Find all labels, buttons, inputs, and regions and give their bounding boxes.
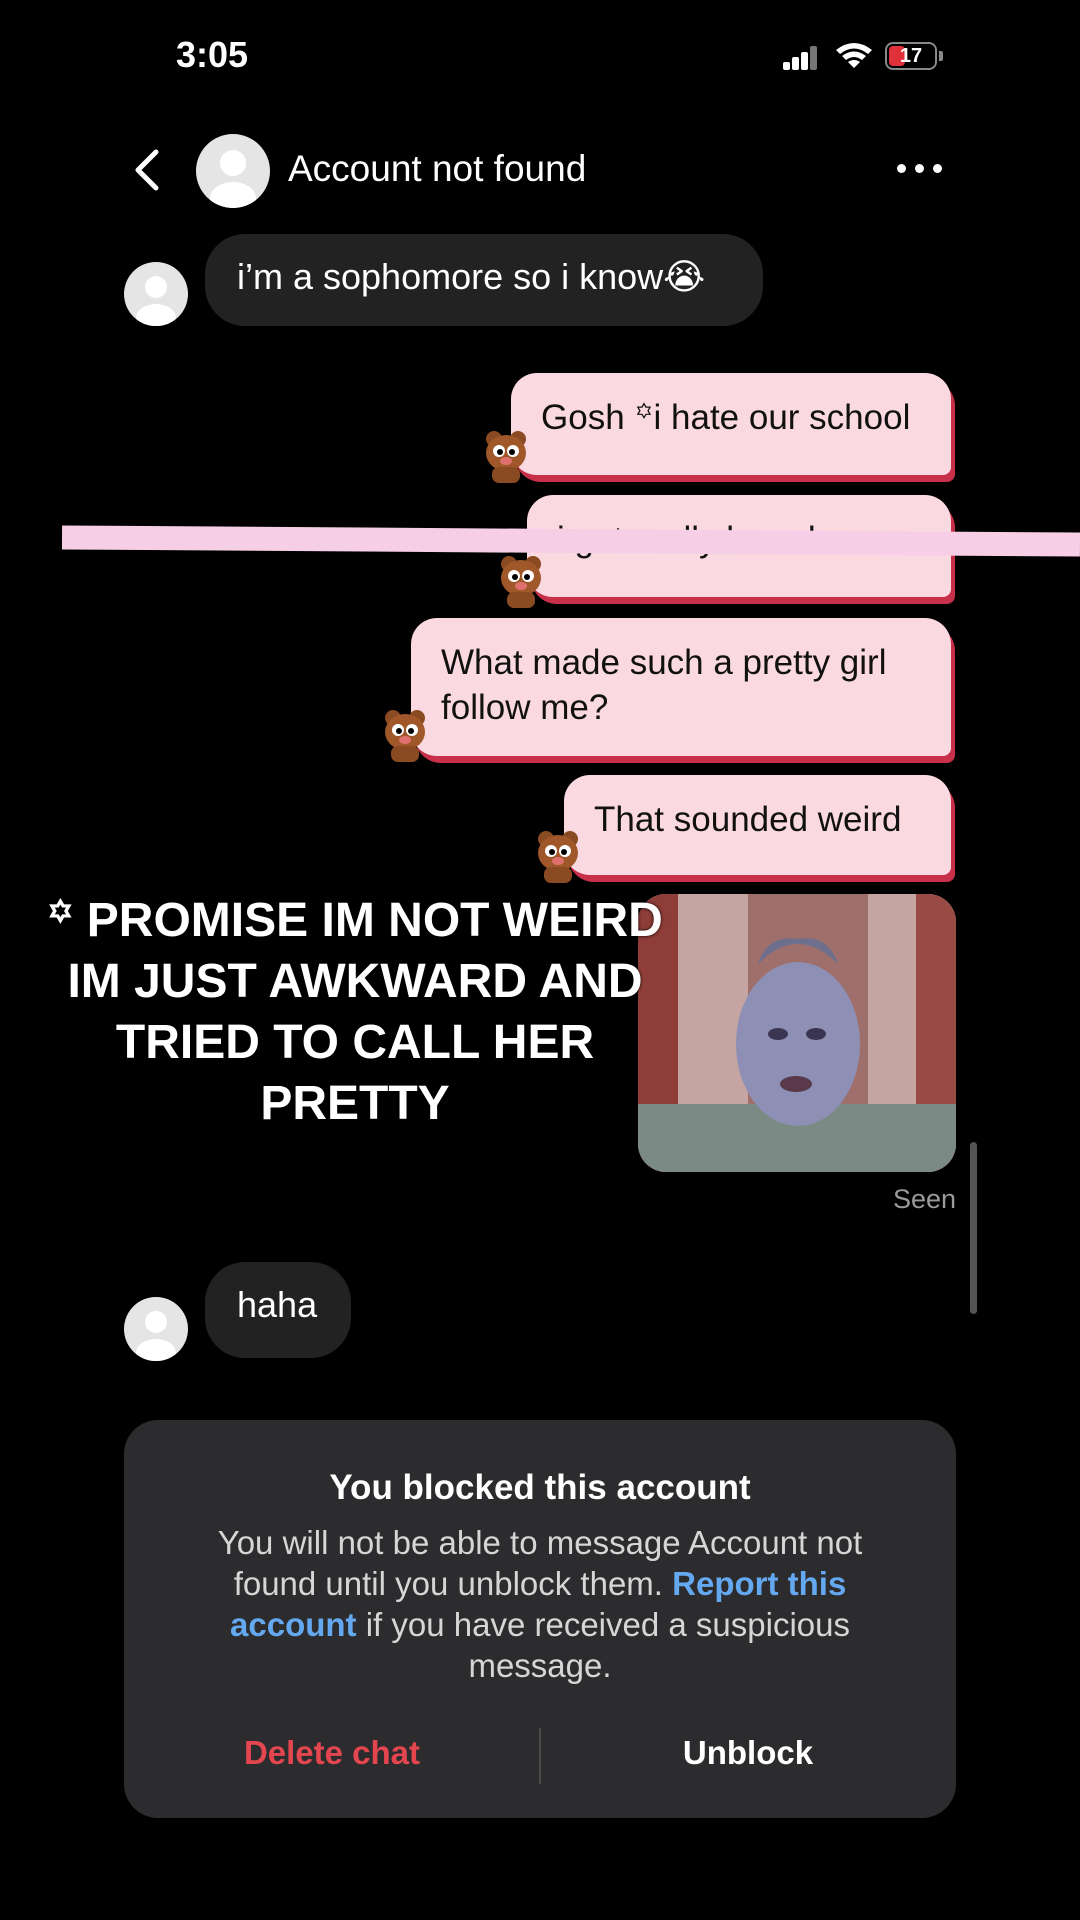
blocked-account-card: You blocked this account You will not be… [124, 1420, 956, 1818]
message-bubble-outgoing[interactable]: That sounded weird [564, 775, 951, 875]
back-arrow-icon[interactable] [128, 148, 168, 192]
battery-level: 17 [899, 45, 923, 67]
battery-tip [939, 51, 943, 61]
overlay-caption: ꙳ PROMISE IM NOT WEIRD IM JUST AWKWARD A… [47, 894, 663, 1130]
blocked-body-text: if you have received a suspicious messag… [356, 1606, 850, 1684]
bear-sticker-icon [538, 831, 578, 883]
seen-status: Seen [893, 1184, 957, 1214]
scrollbar[interactable] [970, 1142, 977, 1314]
status-time: 3:05 [176, 34, 249, 75]
message-bubble-incoming[interactable]: haha [205, 1262, 351, 1358]
delete-chat-button[interactable]: Delete chat [124, 1734, 540, 1772]
wifi-icon [836, 43, 872, 68]
blocked-card-body: You will not be able to message Account … [184, 1522, 896, 1686]
sender-avatar[interactable] [124, 1297, 188, 1361]
bear-sticker-icon [501, 556, 541, 608]
message-bubble-outgoing[interactable]: Gosh ꙳i hate our school [511, 373, 951, 475]
sender-avatar[interactable] [124, 262, 188, 326]
header-avatar[interactable] [196, 134, 270, 208]
message-bubble-outgoing[interactable]: What made such a pretty girl follow me? [411, 618, 951, 756]
battery-icon: 17 [885, 42, 937, 70]
chat-title[interactable]: Account not found [288, 148, 586, 190]
message-bubble-incoming[interactable]: i’m a sophomore so i know😭 [205, 234, 763, 326]
bear-sticker-icon [385, 710, 425, 762]
unblock-button[interactable]: Unblock [540, 1734, 956, 1772]
signal-icon [783, 46, 819, 70]
shared-video-thumbnail[interactable] [638, 894, 956, 1172]
bear-sticker-icon [486, 431, 526, 483]
blocked-card-title: You blocked this account [329, 1468, 751, 1507]
more-options-icon[interactable] [897, 158, 945, 178]
